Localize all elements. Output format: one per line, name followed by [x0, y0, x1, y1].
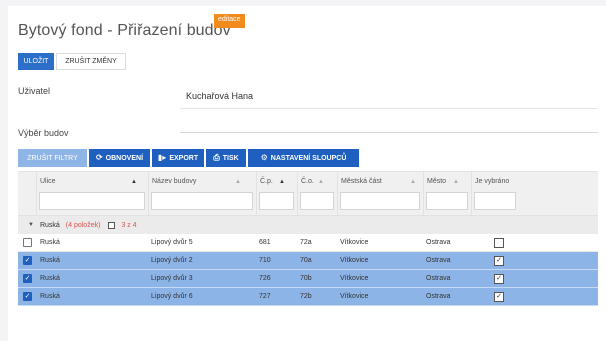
- cell-cast: Vítkovice: [340, 239, 369, 246]
- cell-ulice: Ruská: [40, 275, 60, 282]
- column-header-mesto[interactable]: Město ▲: [423, 172, 471, 216]
- user-value[interactable]: Kuchařová Hana: [186, 91, 253, 101]
- row-checkbox[interactable]: ✓: [23, 274, 32, 283]
- row-checkbox[interactable]: ✓: [23, 256, 32, 265]
- column-header-ulice[interactable]: Ulice ▲: [36, 172, 148, 216]
- cell-co: 70b: [300, 275, 312, 282]
- cell-ulice: Ruská: [40, 239, 60, 246]
- cell-nazev: Lipový dvůr 5: [151, 239, 193, 246]
- print-button[interactable]: ⎙ TISK: [206, 149, 246, 167]
- filter-input-cp[interactable]: [259, 192, 294, 210]
- refresh-label: OBNOVENÍ: [105, 154, 144, 162]
- filter-input-cast[interactable]: [340, 192, 420, 210]
- sort-asc-icon[interactable]: ▲: [279, 179, 285, 185]
- print-icon: ⎙: [213, 153, 220, 162]
- filter-input-mesto[interactable]: [426, 192, 468, 210]
- row-checkbox[interactable]: ✓: [23, 292, 32, 301]
- sort-icon[interactable]: ▲: [235, 179, 241, 185]
- column-header-cast[interactable]: Městská část ▲: [337, 172, 423, 216]
- column-settings-label: NASTAVENÍ SLOUPCŮ: [270, 154, 347, 162]
- column-label: Ulice: [40, 178, 56, 185]
- filter-input-vybrano[interactable]: [474, 192, 516, 210]
- cell-nazev: Lipový dvůr 6: [151, 293, 193, 300]
- collapse-arrow-icon[interactable]: ▼: [28, 222, 34, 228]
- user-field-underline: [180, 108, 598, 109]
- column-label: Město: [427, 178, 447, 185]
- cell-mesto: Ostrava: [426, 293, 451, 300]
- sort-asc-icon[interactable]: ▲: [131, 179, 137, 185]
- clear-filters-label: ZRUŠIT FILTRY: [27, 154, 78, 162]
- group-name: Ruská: [39, 221, 60, 229]
- cell-co: 72a: [300, 239, 312, 246]
- refresh-button[interactable]: ⟳ OBNOVENÍ: [89, 149, 150, 167]
- cancel-changes-button[interactable]: ZRUŠIT ZMĚNY: [56, 53, 126, 70]
- is-selected-checkbox[interactable]: [494, 238, 504, 248]
- group-selected-count: 3 z 4: [121, 221, 137, 229]
- cell-cast: Vítkovice: [340, 293, 369, 300]
- cell-mesto: Ostrava: [426, 275, 451, 282]
- export-icon: ▮▸: [157, 153, 167, 162]
- user-label: Uživatel: [18, 86, 51, 96]
- column-header-nazev[interactable]: Název budovy ▲: [148, 172, 256, 216]
- column-label: Č.p.: [260, 178, 273, 185]
- cell-cp: 726: [259, 275, 271, 282]
- cell-co: 72b: [300, 293, 312, 300]
- cell-cp: 681: [259, 239, 271, 246]
- row-checkbox[interactable]: [23, 238, 32, 247]
- column-header-co[interactable]: Č.o. ▲: [297, 172, 337, 216]
- clear-filters-button[interactable]: ZRUŠIT FILTRY: [18, 149, 87, 167]
- cell-cast: Vítkovice: [340, 257, 369, 264]
- page-title: Bytový fond - Přiřazení budov: [18, 22, 231, 39]
- grid-header: Ulice ▲ Název budovy ▲ Č.p. ▲ Č.o. ▲ Měs…: [18, 171, 598, 216]
- buildings-label: Výběr budov: [18, 128, 69, 138]
- column-label: Městská část: [341, 178, 382, 185]
- table-row[interactable]: ✓ Ruská Lipový dvůr 2 710 70a Vítkovice …: [18, 252, 598, 270]
- cell-ulice: Ruská: [40, 293, 60, 300]
- column-label: Je vybráno: [475, 178, 510, 185]
- is-selected-checkbox[interactable]: ✓: [494, 274, 504, 284]
- export-label: EXPORT: [169, 154, 199, 162]
- buildings-field-underline: [180, 132, 598, 133]
- cell-cast: Vítkovice: [340, 275, 369, 282]
- cell-mesto: Ostrava: [426, 257, 451, 264]
- cell-nazev: Lipový dvůr 2: [151, 257, 193, 264]
- sort-icon[interactable]: ▲: [410, 179, 416, 185]
- sort-icon[interactable]: ▲: [318, 179, 324, 185]
- cell-co: 70a: [300, 257, 312, 264]
- cell-ulice: Ruská: [40, 257, 60, 264]
- column-label: Název budovy: [152, 178, 197, 185]
- filter-input-co[interactable]: [300, 192, 334, 210]
- mode-badge: editace: [214, 14, 245, 28]
- sort-icon[interactable]: ▲: [453, 179, 459, 185]
- cell-mesto: Ostrava: [426, 239, 451, 246]
- column-header-cp[interactable]: Č.p. ▲: [256, 172, 297, 216]
- refresh-icon: ⟳: [95, 153, 103, 162]
- table-row[interactable]: ✓ Ruská Lipový dvůr 3 726 70b Vítkovice …: [18, 270, 598, 288]
- gear-icon: ⚙: [260, 153, 268, 162]
- group-checkbox[interactable]: [108, 221, 116, 229]
- cell-nazev: Lipový dvůr 3: [151, 275, 193, 282]
- group-row[interactable]: ▼ Ruská (4 položek) 3 z 4: [18, 216, 598, 234]
- is-selected-checkbox[interactable]: ✓: [494, 292, 504, 302]
- column-label: Č.o.: [301, 178, 314, 185]
- header-checkbox-col: [18, 172, 36, 216]
- save-button[interactable]: ULOŽIT: [18, 53, 54, 70]
- group-count: (4 položek): [65, 221, 101, 229]
- print-label: TISK: [222, 154, 239, 162]
- column-settings-button[interactable]: ⚙ NASTAVENÍ SLOUPCŮ: [248, 149, 359, 167]
- cell-cp: 727: [259, 293, 271, 300]
- filter-input-ulice[interactable]: [39, 192, 145, 210]
- table-row[interactable]: ✓ Ruská Lipový dvůr 6 727 72b Vítkovice …: [18, 288, 598, 306]
- export-button[interactable]: ▮▸ EXPORT: [152, 149, 204, 167]
- column-header-vybrano[interactable]: Je vybráno: [471, 172, 598, 216]
- is-selected-checkbox[interactable]: ✓: [494, 256, 504, 266]
- cell-cp: 710: [259, 257, 271, 264]
- filter-input-nazev[interactable]: [151, 192, 253, 210]
- table-row[interactable]: Ruská Lipový dvůr 5 681 72a Vítkovice Os…: [18, 234, 598, 252]
